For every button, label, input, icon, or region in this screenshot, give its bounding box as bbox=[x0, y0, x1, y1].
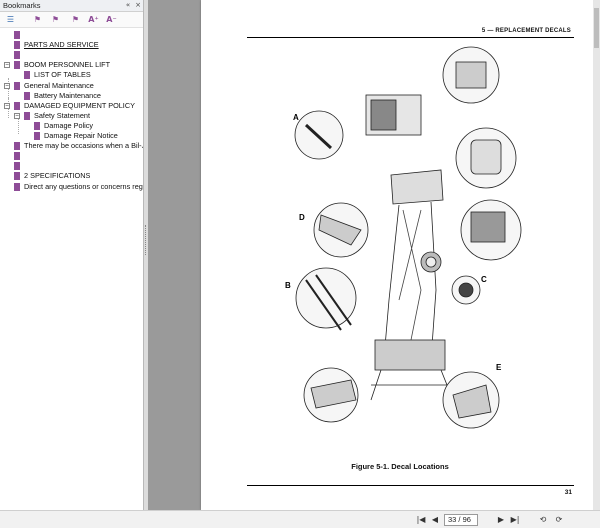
bookmark-icon bbox=[14, 182, 20, 193]
bookmark-icon bbox=[14, 61, 20, 72]
bookmark-item[interactable]: Direct any questions or concerns rega bbox=[0, 181, 143, 193]
running-head: 5 — REPLACEMENT DECALS bbox=[481, 28, 571, 34]
collapse-toggle-icon[interactable]: − bbox=[14, 112, 20, 119]
bookmark-label: Safety Statement bbox=[34, 110, 90, 120]
bookmark-item[interactable]: − Safety Statement bbox=[0, 110, 143, 122]
bookmark-icon bbox=[14, 81, 20, 92]
bookmarks-toolbar: ☰ ⚑ ⚑ ⚑ A⁺ A⁻ bbox=[0, 12, 143, 28]
status-bar: |◀ ◀ 33 / 96 ▶ ▶| ⟲ ⟳ bbox=[0, 510, 600, 528]
callout-label: B bbox=[285, 281, 291, 290]
footer-rule bbox=[247, 485, 574, 486]
bookmark-label: BOOM PERSONNEL LIFT bbox=[24, 60, 111, 70]
bookmark-label: There may be occasions when a Bil-Ja bbox=[24, 141, 143, 151]
bookmark-icon bbox=[14, 172, 20, 183]
document-vertical-scrollbar[interactable] bbox=[593, 0, 600, 510]
bookmark-item[interactable]: Damage Policy bbox=[0, 120, 143, 132]
bookmarks-panel-header: Bookmarks « × bbox=[0, 0, 143, 12]
detail-part bbox=[470, 139, 502, 175]
bookmark-item[interactable]: LIST OF TABLES bbox=[0, 70, 143, 82]
splitter-grip[interactable] bbox=[145, 225, 147, 255]
bookmark-item[interactable]: There may be occasions when a Bil-Ja bbox=[0, 141, 143, 153]
detail-part bbox=[470, 211, 506, 243]
next-view-icon[interactable]: ⟳ bbox=[554, 514, 564, 525]
bookmark-label: Damage Policy bbox=[44, 120, 94, 130]
bookmark-item[interactable]: − BOOM PERSONNEL LIFT bbox=[0, 60, 143, 72]
wheel bbox=[425, 256, 437, 268]
bookmark-icon bbox=[24, 111, 30, 122]
bookmark-label: Direct any questions or concerns rega bbox=[24, 181, 143, 191]
page-number: 31 bbox=[564, 489, 572, 496]
bookmark-icon bbox=[14, 41, 20, 52]
decal-locations-figure: A B C D E bbox=[285, 46, 522, 429]
bookmark-item[interactable] bbox=[0, 50, 143, 62]
bookmark-label: Damage Repair Notice bbox=[44, 131, 118, 140]
increase-text-icon[interactable]: A⁺ bbox=[88, 14, 99, 25]
bookmark-icon bbox=[14, 142, 20, 153]
bookmark-label: LIST OF TABLES bbox=[34, 70, 91, 80]
bookmark-icon bbox=[24, 71, 30, 82]
bookmarks-panel-title: Bookmarks bbox=[3, 1, 41, 10]
bookmark-icon bbox=[14, 51, 20, 62]
document-view[interactable]: 5 — REPLACEMENT DECALS A B C D E Figure … bbox=[148, 0, 600, 510]
bookmark-icon bbox=[14, 31, 20, 41]
bookmark-item[interactable]: − General Maintenance bbox=[0, 80, 143, 92]
previous-view-icon[interactable]: ⟲ bbox=[538, 514, 548, 525]
boom-platform bbox=[390, 169, 444, 205]
detail-part bbox=[458, 282, 474, 298]
bookmark-icon bbox=[34, 132, 40, 142]
boom-arm-inner bbox=[398, 209, 422, 341]
previous-page-icon[interactable]: ◀ bbox=[430, 514, 440, 525]
figure-caption: Figure 5-1. Decal Locations bbox=[351, 462, 449, 471]
callout-label: E bbox=[496, 363, 502, 372]
bookmarks-panel: Bookmarks « × ☰ ⚑ ⚑ ⚑ A⁺ A⁻ PARTS AND SE… bbox=[0, 0, 144, 528]
bookmark-icon bbox=[34, 121, 40, 132]
new-bookmark-icon[interactable]: ⚑ bbox=[32, 14, 43, 25]
callout-label: C bbox=[481, 275, 487, 284]
bookmark-label: 2 SPECIFICATIONS bbox=[24, 171, 91, 181]
document-page: 5 — REPLACEMENT DECALS A B C D E Figure … bbox=[201, 0, 599, 510]
last-page-icon[interactable]: ▶| bbox=[510, 514, 520, 525]
bookmark-icon bbox=[14, 152, 20, 163]
callout-label: A bbox=[293, 113, 299, 122]
collapse-toggle-icon[interactable]: − bbox=[4, 62, 10, 69]
delete-bookmark-icon[interactable]: ⚑ bbox=[70, 14, 81, 25]
bookmark-icon bbox=[24, 91, 30, 102]
bookmark-label: PARTS AND SERVICE bbox=[24, 40, 99, 50]
bookmark-label: Battery Maintenance bbox=[34, 90, 101, 100]
detail-part bbox=[455, 61, 487, 89]
bookmark-options-icon[interactable]: ☰ bbox=[5, 14, 16, 25]
collapse-toggle-icon[interactable]: − bbox=[4, 82, 10, 89]
expand-bookmark-icon[interactable]: ⚑ bbox=[50, 14, 61, 25]
header-rule bbox=[247, 37, 574, 38]
bookmark-tree: PARTS AND SERVICE − BOOM PERSONNEL LIFT LIS… bbox=[0, 28, 143, 510]
callout-label: D bbox=[299, 213, 305, 222]
bookmark-item[interactable]: Battery Maintenance bbox=[0, 90, 143, 102]
collapse-panel-icon[interactable]: « bbox=[124, 1, 132, 10]
collapse-toggle-icon[interactable]: − bbox=[4, 102, 10, 109]
chassis bbox=[374, 339, 446, 371]
bookmark-item[interactable]: Damage Repair Notice bbox=[0, 131, 143, 142]
document-scrollbar-thumb[interactable] bbox=[594, 8, 599, 48]
bookmark-item[interactable] bbox=[0, 151, 143, 163]
page-number-field[interactable]: 33 / 96 bbox=[444, 514, 478, 526]
bookmark-icon bbox=[14, 101, 20, 112]
bookmark-item[interactable]: − DAMAGED EQUIPMENT POLICY bbox=[0, 100, 143, 112]
first-page-icon[interactable]: |◀ bbox=[416, 514, 426, 525]
bookmark-item[interactable] bbox=[0, 30, 143, 41]
bookmark-item[interactable]: 2 SPECIFICATIONS bbox=[0, 171, 143, 183]
bookmark-item[interactable]: PARTS AND SERVICE bbox=[0, 40, 143, 52]
control-box-panel bbox=[370, 99, 397, 131]
close-panel-icon[interactable]: × bbox=[134, 1, 142, 10]
bookmark-icon bbox=[14, 162, 20, 173]
bookmark-label: DAMAGED EQUIPMENT POLICY bbox=[24, 100, 135, 110]
decrease-text-icon[interactable]: A⁻ bbox=[106, 14, 117, 25]
bookmark-label: General Maintenance bbox=[24, 80, 94, 90]
bookmark-item[interactable] bbox=[0, 161, 143, 173]
next-page-icon[interactable]: ▶ bbox=[496, 514, 506, 525]
